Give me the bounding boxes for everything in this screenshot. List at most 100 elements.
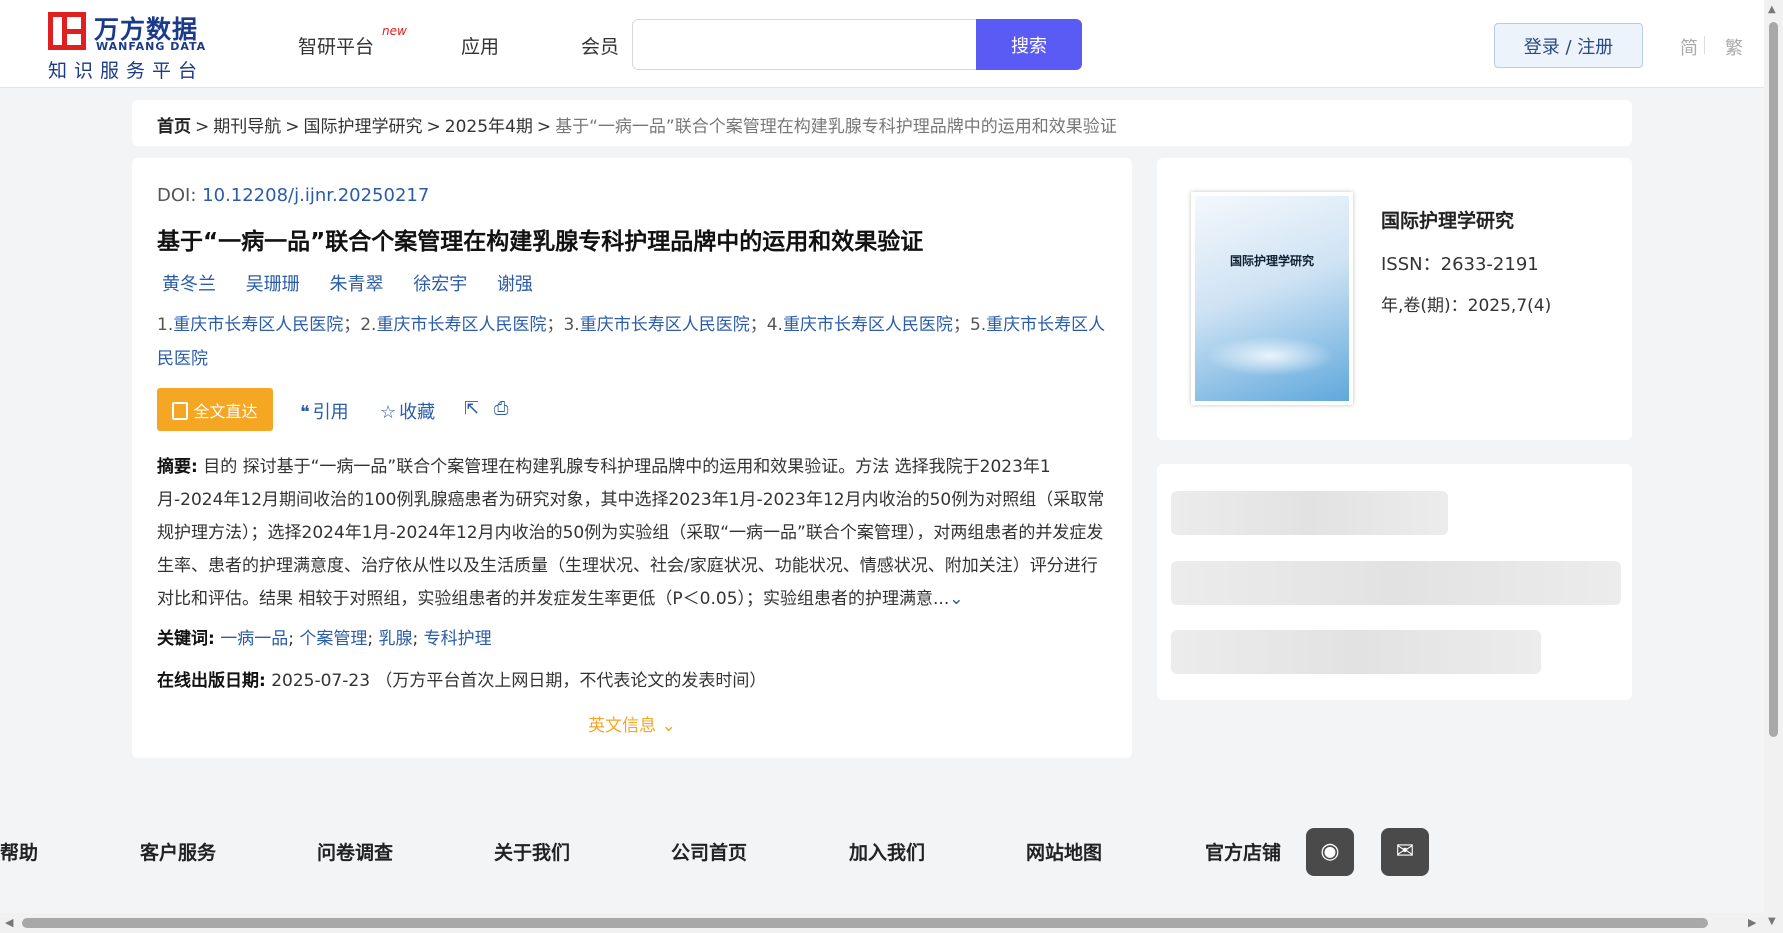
footer-company-home[interactable]: 公司首页 bbox=[671, 838, 747, 865]
pubdate-line: 在线出版日期: 2025-07-23 （万方平台首次上网日期，不代表论文的发表时… bbox=[157, 666, 766, 691]
chevron-down-icon: ⌄ bbox=[661, 716, 676, 736]
breadcrumb-journals[interactable]: 期刊导航 bbox=[213, 117, 281, 137]
author-link[interactable]: 徐宏宇 bbox=[413, 274, 467, 295]
cite-label: 引用 bbox=[312, 402, 349, 423]
scroll-up-icon[interactable]: ▲ bbox=[1768, 4, 1776, 15]
affiliation-number: 2. bbox=[360, 315, 377, 335]
breadcrumb-issue[interactable]: 2025年4期 bbox=[445, 117, 533, 137]
footer-official-store[interactable]: 官方店铺 bbox=[1205, 838, 1281, 865]
affiliation-link[interactable]: 重庆市长寿区人民医院 bbox=[173, 315, 343, 335]
loading-skeleton-card bbox=[1157, 464, 1632, 700]
footer-help[interactable]: 帮助 bbox=[0, 838, 38, 865]
search-button[interactable]: 搜索 bbox=[976, 19, 1082, 70]
footer-customer-service[interactable]: 客户服务 bbox=[140, 838, 216, 865]
lang-traditional[interactable]: 繁 bbox=[1725, 34, 1743, 60]
footer-about[interactable]: 关于我们 bbox=[494, 838, 570, 865]
author-link[interactable]: 谢强 bbox=[497, 274, 533, 295]
affiliation-number: 4. bbox=[766, 315, 783, 335]
fulltext-button[interactable]: 全文直达 bbox=[157, 388, 273, 431]
nav-apps[interactable]: 应用 bbox=[461, 32, 499, 59]
login-register-button[interactable]: 登录 / 注册 bbox=[1494, 23, 1643, 68]
horizontal-scrollbar[interactable]: ◀ ▶ bbox=[0, 913, 1764, 933]
author-link[interactable]: 黄冬兰 bbox=[162, 274, 216, 295]
affiliation-separator: ； bbox=[952, 315, 970, 335]
author-link[interactable]: 吴珊珊 bbox=[246, 274, 300, 295]
footer-survey[interactable]: 问卷调查 bbox=[317, 838, 393, 865]
affiliation-separator: ； bbox=[343, 315, 361, 335]
affiliation-separator: ； bbox=[749, 315, 767, 335]
logo-sub-text: 知识服务平台 bbox=[48, 60, 205, 82]
nav-zhiyan[interactable]: 智研平台 bbox=[298, 32, 374, 59]
affiliation-number: 5. bbox=[969, 315, 987, 335]
search-input[interactable] bbox=[632, 19, 976, 70]
lang-divider bbox=[1704, 36, 1705, 54]
abstract-label: 摘要: bbox=[157, 457, 198, 477]
cite-button[interactable]: ❝ 引用 bbox=[300, 398, 349, 424]
print-button[interactable]: ⎙ bbox=[494, 398, 511, 419]
scroll-right-icon[interactable]: ▶ bbox=[1748, 916, 1756, 929]
journal-card: 国际护理学研究 国际护理学研究 ISSN：2633-2191 年,卷(期)：20… bbox=[1157, 158, 1632, 440]
lang-simplified[interactable]: 简 bbox=[1680, 34, 1698, 60]
keyword-link[interactable]: 乳腺 bbox=[379, 629, 413, 649]
keyword-link[interactable]: 一病一品 bbox=[220, 629, 288, 649]
keywords-line: 关键词: 一病一品; 个案管理; 乳腺; 专科护理 bbox=[157, 629, 492, 649]
favorite-label: 收藏 bbox=[399, 402, 436, 423]
share-button[interactable]: ⇱ bbox=[464, 398, 482, 419]
horizontal-scroll-thumb[interactable] bbox=[22, 918, 1708, 928]
star-icon: ☆ bbox=[380, 402, 397, 423]
weibo-icon[interactable]: ◉ bbox=[1306, 828, 1354, 876]
pubdate-label: 在线出版日期: bbox=[157, 671, 266, 691]
skeleton-bar bbox=[1171, 561, 1621, 605]
doi-link[interactable]: 10.12208/j.ijnr.20250217 bbox=[202, 185, 429, 206]
affiliation-list: 1.重庆市长寿区人民医院；2.重庆市长寿区人民医院；3.重庆市长寿区人民医院；4… bbox=[157, 308, 1107, 376]
chevron-down-icon[interactable]: ⌄ bbox=[949, 589, 963, 609]
journal-name[interactable]: 国际护理学研究 bbox=[1381, 206, 1514, 233]
fulltext-label: 全文直达 bbox=[193, 401, 258, 421]
vertical-scrollbar[interactable]: ▲ ▼ bbox=[1764, 0, 1783, 933]
author-list: 黄冬兰 吴珊珊 朱青翠 徐宏宇 谢强 bbox=[162, 270, 557, 296]
footer-join-us[interactable]: 加入我们 bbox=[849, 838, 925, 865]
english-info-label: 英文信息 bbox=[588, 716, 657, 736]
author-link[interactable]: 朱青翠 bbox=[329, 274, 383, 295]
article-title: 基于“一病一品”联合个案管理在构建乳腺专科护理品牌中的运用和效果验证 bbox=[157, 229, 924, 255]
journal-issn: ISSN：2633-2191 bbox=[1381, 254, 1539, 275]
article-card: DOI: 10.12208/j.ijnr.20250217 基于“一病一品”联合… bbox=[132, 158, 1132, 758]
skeleton-bar bbox=[1171, 491, 1448, 535]
footer-sitemap[interactable]: 网站地图 bbox=[1026, 838, 1102, 865]
free-document-icon bbox=[172, 401, 189, 420]
journal-volume: 年,卷(期)：2025,7(4) bbox=[1381, 296, 1552, 316]
vertical-scroll-thumb[interactable] bbox=[1769, 22, 1778, 737]
nav-membership[interactable]: 会员 bbox=[581, 32, 619, 59]
logo-en-text: WANFANG DATA bbox=[96, 40, 207, 53]
scroll-left-icon[interactable]: ◀ bbox=[5, 916, 13, 929]
affiliation-link[interactable]: 重庆市长寿区人民医院 bbox=[376, 315, 546, 335]
cover-decoration bbox=[1205, 336, 1335, 376]
doi-line: DOI: 10.12208/j.ijnr.20250217 bbox=[157, 185, 429, 206]
favorite-button[interactable]: ☆ 收藏 bbox=[380, 398, 435, 424]
breadcrumb-journal[interactable]: 国际护理学研究 bbox=[304, 117, 423, 137]
breadcrumb: 首页 > 期刊导航 > 国际护理学研究 >2025年4期 > 基于“一病一品”联合个案管理在构… bbox=[132, 100, 1632, 146]
affiliation-separator: ； bbox=[546, 315, 564, 335]
scroll-down-icon[interactable]: ▼ bbox=[1768, 916, 1776, 927]
affiliation-number: 1. bbox=[157, 315, 174, 335]
breadcrumb-current: 基于“一病一品”联合个案管理在构建乳腺专科护理品牌中的运用和效果验证 bbox=[555, 117, 1117, 137]
share-icon: ⇱ bbox=[464, 398, 480, 419]
print-icon: ⎙ bbox=[494, 398, 509, 419]
doi-label: DOI: bbox=[157, 185, 197, 206]
affiliation-number: 3. bbox=[563, 315, 580, 335]
quote-icon: ❝ bbox=[300, 402, 310, 423]
wanfang-logo[interactable]: 万方数据 WANFANG DATA 知识服务平台 bbox=[48, 10, 218, 82]
skeleton-bar bbox=[1171, 630, 1541, 674]
english-info-toggle[interactable]: 英文信息 ⌄ bbox=[132, 711, 1132, 736]
keyword-link[interactable]: 个案管理 bbox=[299, 629, 367, 649]
cover-title: 国际护理学研究 bbox=[1229, 254, 1314, 268]
affiliation-link[interactable]: 重庆市长寿区人民医院 bbox=[783, 315, 953, 335]
breadcrumb-home[interactable]: 首页 bbox=[157, 117, 191, 137]
wechat-icon[interactable]: ✉ bbox=[1381, 828, 1429, 876]
keyword-link[interactable]: 专科护理 bbox=[424, 629, 492, 649]
pubdate-note: （万方平台首次上网日期，不代表论文的发表时间） bbox=[375, 671, 767, 691]
pubdate-value: 2025-07-23 bbox=[271, 671, 371, 691]
top-header: 万方数据 WANFANG DATA 知识服务平台 智研平台 new 应用 会员 … bbox=[0, 0, 1764, 88]
journal-cover[interactable]: 国际护理学研究 bbox=[1191, 192, 1353, 405]
affiliation-link[interactable]: 重庆市长寿区人民医院 bbox=[580, 315, 750, 335]
